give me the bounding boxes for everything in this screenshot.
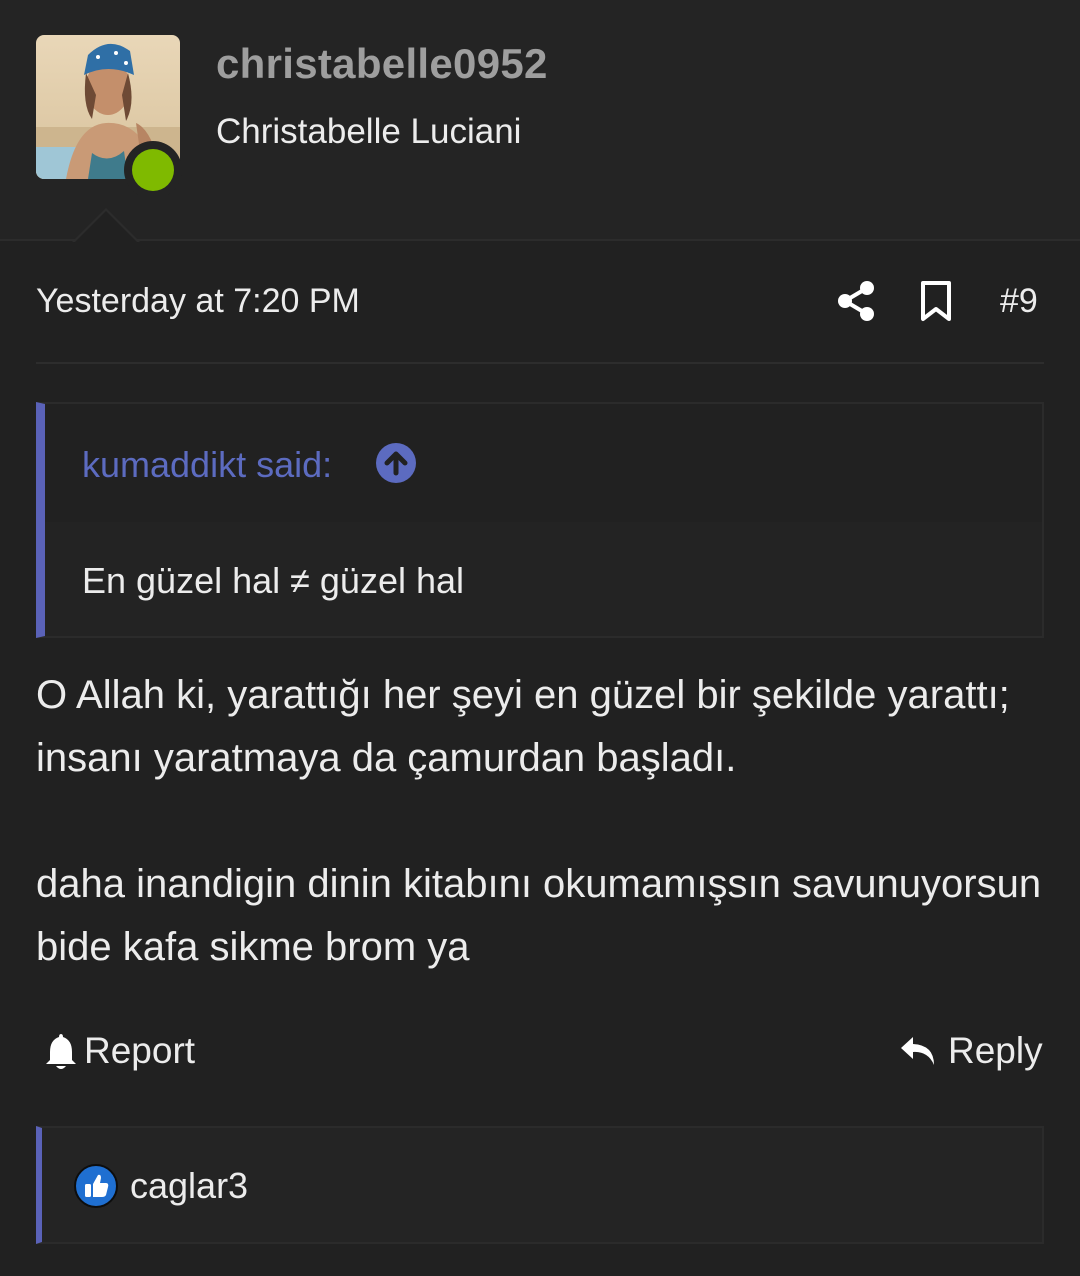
post-number[interactable]: #9 [1000, 282, 1038, 321]
reply-label: Reply [948, 1030, 1043, 1071]
post-user-header: christabelle0952 Christabelle Luciani [0, 0, 1080, 241]
post-timestamp[interactable]: Yesterday at 7:20 PM [36, 282, 360, 321]
reactions-bar: caglar3 [36, 1126, 1044, 1244]
reply-icon [901, 1037, 934, 1065]
meta-divider [36, 362, 1044, 364]
bell-icon [46, 1034, 76, 1069]
quote-author[interactable]: kumaddikt said: [82, 444, 332, 486]
report-button[interactable]: Report [44, 1028, 195, 1074]
report-label: Report [84, 1030, 196, 1071]
arrow-up-circle-icon[interactable] [376, 443, 416, 483]
reply-button[interactable]: Reply [898, 1028, 1043, 1074]
user-real-name: Christabelle Luciani [216, 112, 522, 151]
reaction-user-link[interactable]: caglar3 [130, 1165, 248, 1207]
forum-post-page: christabelle0952 Christabelle Luciani Ye… [0, 0, 1080, 1276]
share-icon[interactable] [836, 280, 876, 322]
online-status-dot [124, 141, 182, 199]
message-paragraph: daha inandigin dinin kitabını okumamışsı… [36, 862, 1042, 969]
message-paragraph: O Allah ki, yarattığı her şeyi en güzel … [36, 673, 1010, 780]
quote-text: En güzel hal ≠ güzel hal [82, 560, 465, 601]
header-pointer [72, 208, 140, 243]
post-message: O Allah ki, yarattığı her şeyi en güzel … [36, 664, 1044, 979]
thumbs-up-icon[interactable] [74, 1164, 118, 1208]
quote-block: kumaddikt said: En güzel hal ≠ güzel hal [36, 402, 1044, 638]
bookmark-icon[interactable] [918, 280, 954, 322]
username[interactable]: christabelle0952 [216, 40, 548, 88]
quote-header: kumaddikt said: [45, 404, 1042, 522]
